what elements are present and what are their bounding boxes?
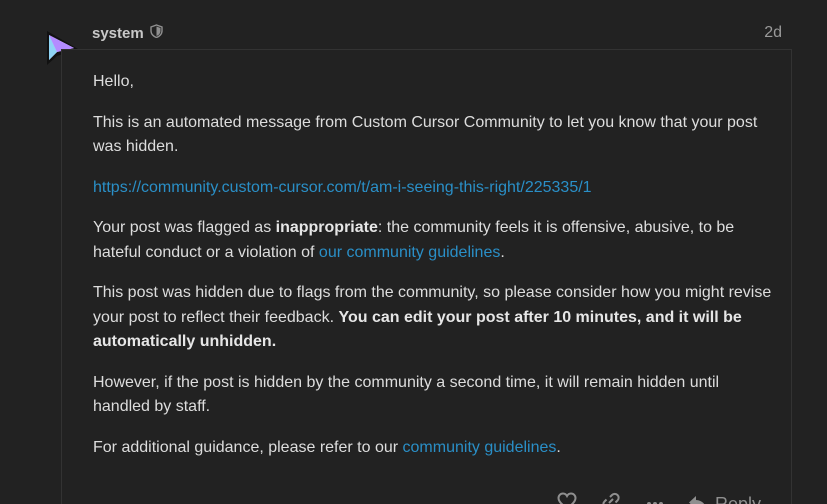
post-link[interactable]: https://community.custom-cursor.com/t/am… [93,179,592,196]
post-author: system [92,23,163,43]
more-button[interactable] [633,486,677,504]
post-actions: Reply [545,486,761,504]
guidance-end: . [556,438,561,456]
ellipsis-icon [646,502,663,504]
flagged-prefix: Your post was flagged as [93,219,276,236]
username[interactable]: system [92,25,144,42]
flagged-end: . [500,243,505,261]
share-link-button[interactable] [589,486,633,504]
heart-icon [557,492,577,504]
reply-arrow-icon [688,495,705,504]
link-paragraph: https://community.custom-cursor.com/t/am… [93,176,773,201]
topic-page: system 2d Hello, This is an automated me… [0,0,827,504]
flagged-paragraph: Your post was flagged as inappropriate: … [93,216,773,265]
community-guidelines-link[interactable]: community guidelines [403,439,557,456]
flagged-reason: inappropriate [275,219,378,236]
post-date[interactable]: 2d [764,24,782,42]
like-button[interactable] [545,486,589,504]
guidance-prefix: For additional guidance, please refer to… [93,438,403,456]
reply-button[interactable]: Reply [677,490,761,504]
shield-icon [150,24,163,39]
second-time-paragraph: However, if the post is hidden by the co… [93,373,720,416]
reply-label: Reply [714,493,761,504]
greeting: Hello, [93,73,134,90]
guidance-paragraph: For additional guidance, please refer to… [93,436,773,461]
guidelines-link[interactable]: our community guidelines [319,244,500,261]
link-icon [602,492,620,504]
hidden-paragraph: This post was hidden due to flags from t… [93,281,773,355]
intro-paragraph: This is an automated message from Custom… [93,113,758,156]
post-body: Hello, This is an automated message from… [93,70,773,476]
